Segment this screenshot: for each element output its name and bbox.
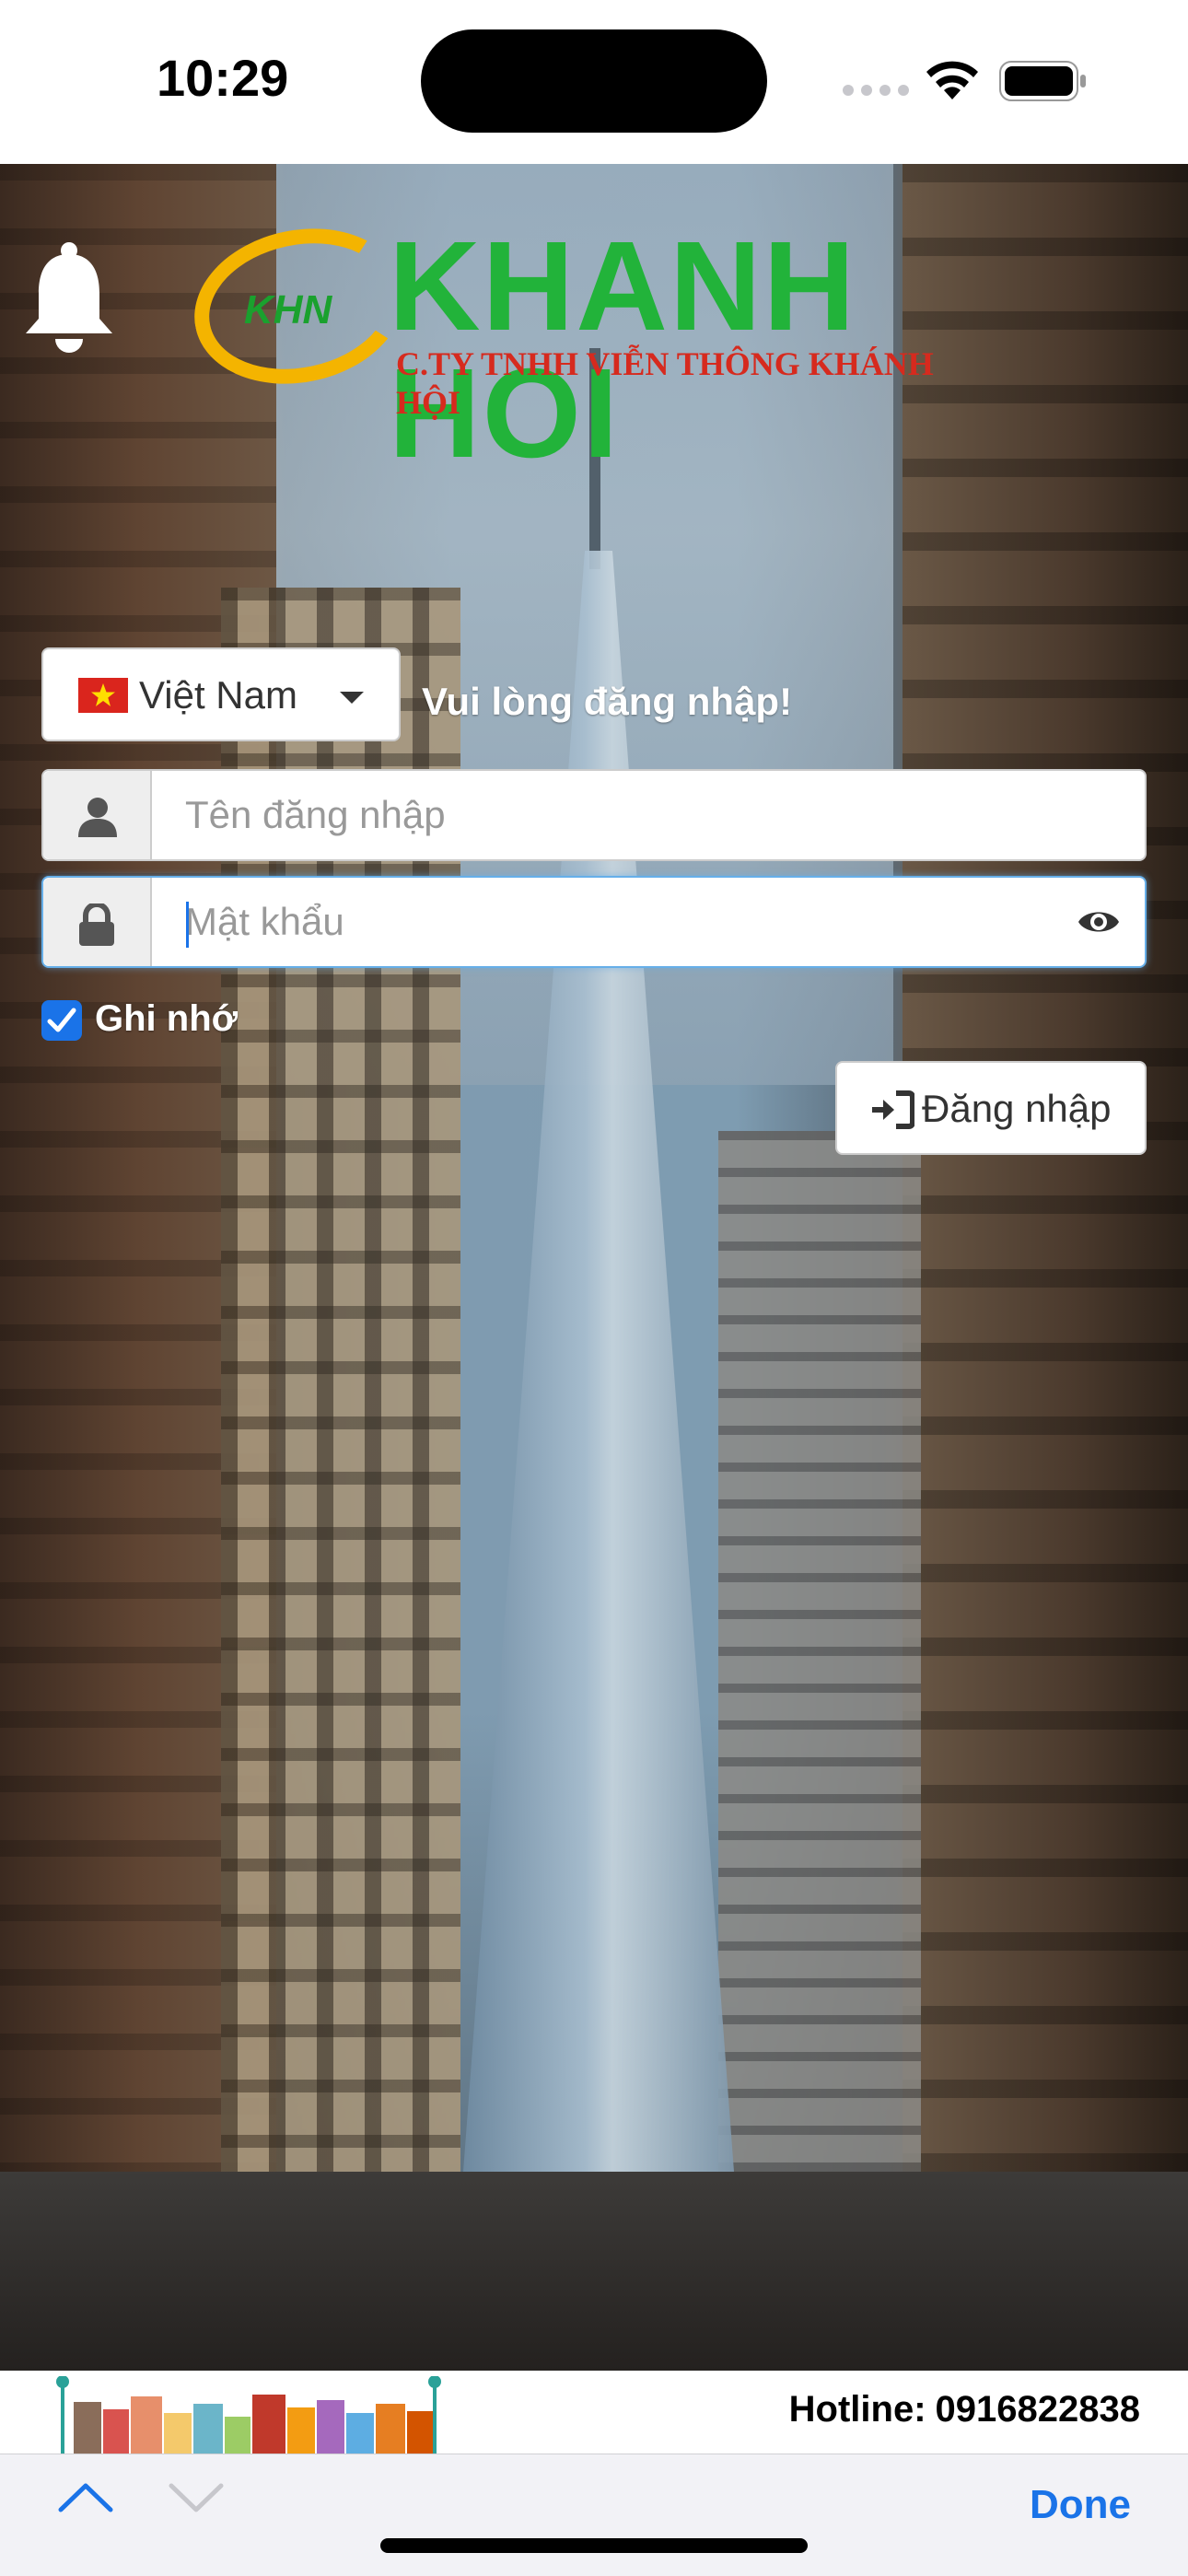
checkmark-icon <box>47 1008 76 1032</box>
keyboard-toolbar: Done <box>0 2454 1188 2576</box>
text-cursor <box>186 902 189 948</box>
battery-icon <box>999 61 1086 101</box>
town-illustration-icon <box>56 2376 441 2454</box>
status-time: 10:29 <box>157 49 289 107</box>
cellular-signal-icon <box>843 85 909 96</box>
show-password-eye-icon[interactable] <box>1077 905 1121 938</box>
user-addon <box>43 771 152 859</box>
login-button[interactable]: Đăng nhập <box>835 1061 1147 1155</box>
background-cityscape-image <box>0 164 1188 2371</box>
lock-addon <box>43 878 152 966</box>
language-label: Việt Nam <box>139 673 297 717</box>
footer: Hotline: 0916822838 <box>0 2371 1188 2454</box>
login-button-label: Đăng nhập <box>922 1087 1112 1130</box>
password-field-group <box>41 876 1147 968</box>
password-input[interactable] <box>152 878 1145 966</box>
logo-badge: KHN <box>244 287 332 332</box>
dynamic-island <box>421 29 767 133</box>
done-button[interactable]: Done <box>1030 2482 1131 2528</box>
hotline-label: Hotline: <box>788 2389 926 2430</box>
chevron-up-icon[interactable] <box>57 2478 114 2515</box>
home-indicator[interactable] <box>380 2538 808 2553</box>
login-prompt: Vui lòng đăng nhập! <box>422 680 793 723</box>
remember-checkbox[interactable] <box>41 1000 82 1041</box>
username-input[interactable] <box>152 771 1145 859</box>
chevron-down-icon <box>340 692 364 704</box>
user-icon <box>78 798 117 837</box>
vietnam-flag-icon <box>78 678 128 713</box>
bell-icon[interactable] <box>22 241 116 357</box>
remember-label: Ghi nhớ <box>95 998 239 1039</box>
wifi-icon <box>926 61 978 99</box>
username-field-group <box>41 769 1147 861</box>
lock-icon <box>79 903 114 946</box>
status-bar: 10:29 <box>0 0 1188 164</box>
language-select[interactable]: Việt Nam <box>41 647 401 741</box>
sign-in-icon <box>872 1090 914 1129</box>
hotline: Hotline: 0916822838 <box>789 2389 1140 2430</box>
logo-subtitle: C.TY TNHH VIỄN THÔNG KHÁNH HỘI <box>396 345 934 421</box>
chevron-down-icon[interactable] <box>168 2478 225 2515</box>
hotline-number[interactable]: 0916822838 <box>936 2389 1140 2430</box>
company-logo: KHN KHANH HOI C.TY TNHH VIỄN THÔNG KHÁNH… <box>180 209 1004 477</box>
